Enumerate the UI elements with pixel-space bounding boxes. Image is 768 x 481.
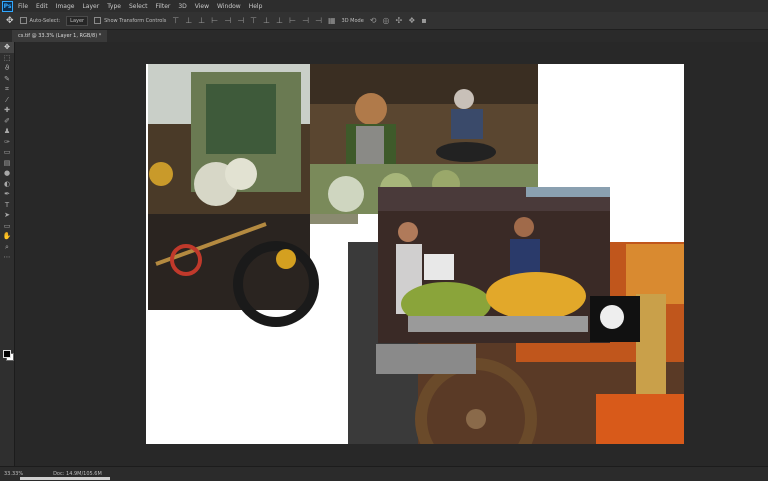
menu-file[interactable]: File [18,3,28,10]
more-icon[interactable]: ⋯ [0,252,14,263]
document-tab[interactable]: cs.tif @ 33.3% (Layer 1, RGB/8) * [12,30,108,42]
menu-select[interactable]: Select [129,3,148,10]
move-tool-icon[interactable]: ✥ [6,16,14,26]
quick-select-icon[interactable]: ✎ [0,74,14,85]
hand-icon[interactable]: ✋ [0,231,14,242]
3d-pan-icon[interactable]: ✣ [395,16,402,25]
path-select-icon[interactable]: ➤ [0,210,14,221]
dodge-icon[interactable]: ◐ [0,179,14,190]
menu-edit[interactable]: Edit [36,3,48,10]
photoshop-logo-icon[interactable]: Ps [2,0,13,12]
auto-select-label: Auto-Select: [29,18,61,24]
zoom-icon[interactable]: ⌕ [0,242,14,253]
history-brush-icon[interactable]: ✑ [0,137,14,148]
distribute-middle-icon[interactable]: ⊥ [263,16,270,25]
distribute-bottom-icon[interactable]: ⊥ [276,16,283,25]
layer-select-dropdown[interactable]: Layer [66,15,89,26]
3d-mode-label: 3D Mode [341,17,364,24]
3d-scale-icon[interactable]: ▪ [421,16,426,25]
align-right-icon[interactable]: ⊣ [237,16,244,25]
tools-panel: ✥ ⬚ ϑ ✎ ⌗ ⁄ ✚ ✐ ♟ ✑ ▭ ▤ ● ◐ ✒ T ➤ ▭ ✋ ⌕ … [0,42,15,466]
menu-type[interactable]: Type [107,3,121,10]
menu-image[interactable]: Image [56,3,75,10]
marquee-icon[interactable]: ⬚ [0,53,14,64]
foreground-color-swatch[interactable] [3,350,11,358]
clone-icon[interactable]: ♟ [0,126,14,137]
canvas-layers[interactable] [146,64,684,444]
distribute-left-icon[interactable]: ⊢ [289,16,296,25]
3d-rotate-icon[interactable]: ⟲ [370,16,377,25]
brush-icon[interactable]: ✐ [0,116,14,127]
status-bar: 33.33% Doc: 14.9M/105.6M [0,466,768,481]
menu-view[interactable]: View [195,3,209,10]
shape-icon[interactable]: ▭ [0,221,14,232]
menu-3d[interactable]: 3D [178,3,186,10]
distribute-right-icon[interactable]: ⊣ [315,16,322,25]
menu-help[interactable]: Help [249,3,263,10]
photo-fruit-stall[interactable] [378,187,640,343]
transform-controls-label: Show Transform Controls [104,18,167,24]
align-bottom-icon[interactable]: ⊥ [198,16,205,25]
photo-rickshaw-flowers[interactable] [148,64,319,327]
transform-controls-checkbox[interactable]: Show Transform Controls [94,17,166,24]
distribute-center-icon[interactable]: ⊣ [302,16,309,25]
move-icon[interactable]: ✥ [0,42,14,53]
menu-window[interactable]: Window [217,3,241,10]
align-middle-icon[interactable]: ⊥ [185,16,192,25]
menu-filter[interactable]: Filter [156,3,171,10]
3d-slide-icon[interactable]: ❖ [408,16,415,25]
pen-icon[interactable]: ✒ [0,189,14,200]
menu-layer[interactable]: Layer [82,3,99,10]
eraser-icon[interactable]: ▭ [0,147,14,158]
document-tab-bar: cs.tif @ 33.3% (Layer 1, RGB/8) * [0,30,768,42]
options-bar: ✥ Auto-Select: Layer Show Transform Cont… [0,12,768,30]
align-left-icon[interactable]: ⊢ [211,16,218,25]
distribute-top-icon[interactable]: ⊤ [250,16,257,25]
auto-select-check-icon [19,17,27,24]
auto-select-checkbox[interactable]: Auto-Select: [19,17,61,24]
healing-icon[interactable]: ✚ [0,105,14,116]
gradient-icon[interactable]: ▤ [0,158,14,169]
menu-bar: Ps File Edit Image Layer Type Select Fil… [0,0,768,12]
lasso-icon[interactable]: ϑ [0,63,14,74]
type-icon[interactable]: T [0,200,14,211]
align-top-icon[interactable]: ⊤ [172,16,179,25]
crop-icon[interactable]: ⌗ [0,84,14,95]
eyedropper-icon[interactable]: ⁄ [0,95,14,106]
3d-roll-icon[interactable]: ◎ [383,16,390,25]
align-center-icon[interactable]: ⊣ [224,16,231,25]
auto-align-icon[interactable]: ▦ [328,16,336,25]
blur-icon[interactable]: ● [0,168,14,179]
transform-check-icon [94,17,102,24]
